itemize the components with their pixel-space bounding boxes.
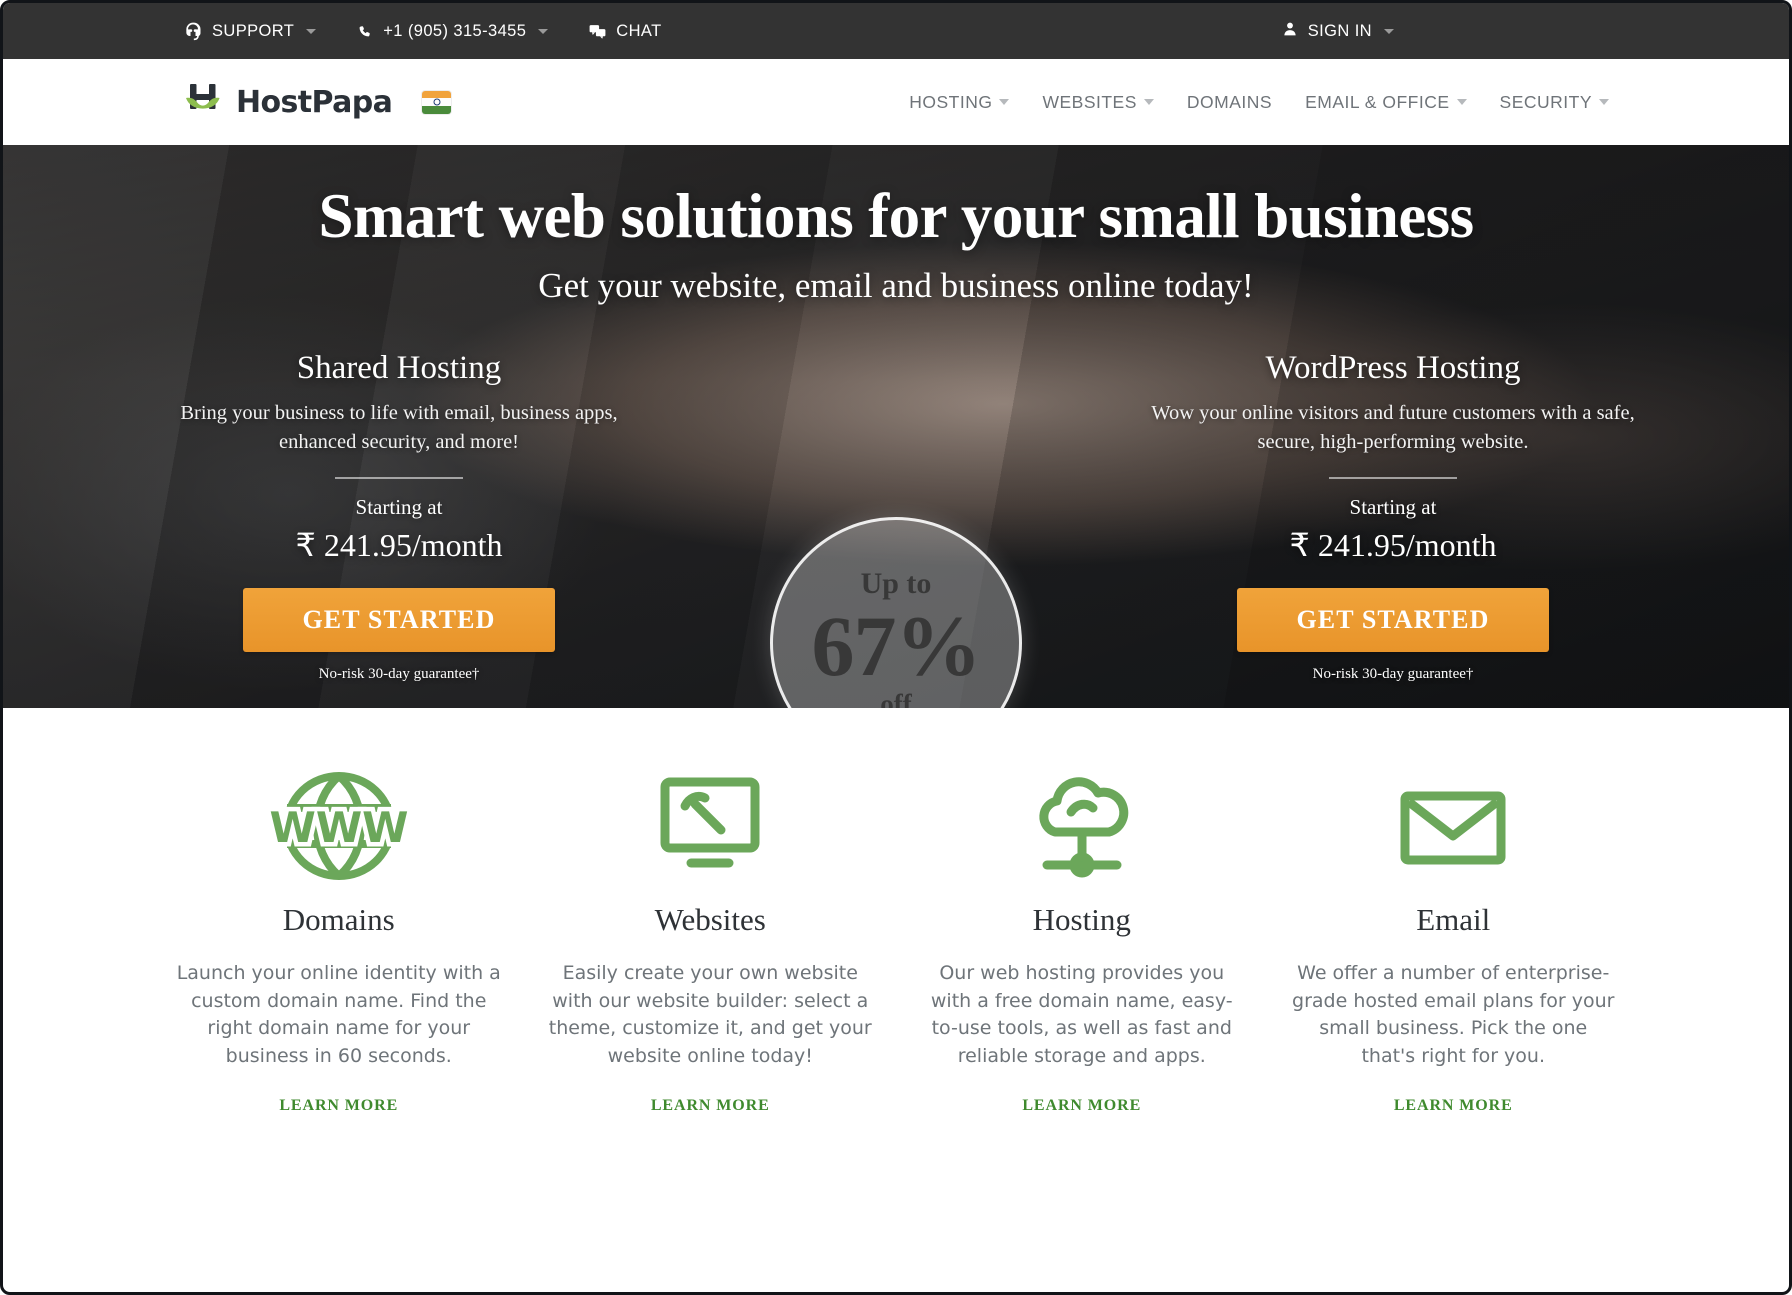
discount-badge-suffix: off <box>880 688 912 708</box>
chevron-down-icon <box>538 28 549 34</box>
brand-home-link[interactable]: HostPapa <box>183 81 393 124</box>
feature-description: We offer a number of enterprise-grade ho… <box>1292 962 1615 1068</box>
user-icon <box>1281 20 1299 43</box>
feature-card-websites: Websites Easily create your own website … <box>525 766 897 1115</box>
get-started-button-shared[interactable]: GET STARTED <box>243 587 555 652</box>
feature-cards-section: WWW Domains Launch your online identity … <box>3 708 1789 1115</box>
offer-card-shared-hosting: Shared Hosting Bring your business to li… <box>153 350 645 683</box>
offer-starting-label: Starting at <box>1349 494 1437 519</box>
offer-price: ₹ 241.95/month <box>1289 526 1497 563</box>
feature-card-hosting: Hosting Our web hosting provides you wit… <box>896 766 1268 1115</box>
phone-icon <box>356 22 374 40</box>
learn-more-link-domains[interactable]: LEARN MORE <box>279 1097 398 1115</box>
nav-label-domains: DOMAINS <box>1186 91 1273 112</box>
envelope-email-icon <box>1290 766 1618 886</box>
learn-more-link-email[interactable]: LEARN MORE <box>1394 1097 1513 1115</box>
sign-in-label: SIGN IN <box>1307 21 1372 40</box>
offer-description: Bring your business to life with email, … <box>180 401 618 453</box>
chevron-down-icon <box>999 99 1010 105</box>
sign-in-menu[interactable]: SIGN IN <box>1281 20 1394 43</box>
brand-name: HostPapa <box>236 84 393 120</box>
learn-more-link-hosting[interactable]: LEARN MORE <box>1022 1097 1141 1115</box>
offer-description: Wow your online visitors and future cust… <box>1151 401 1635 453</box>
feature-description: Launch your online identity with a custo… <box>176 962 501 1068</box>
hero-headline: Smart web solutions for your small busin… <box>318 181 1474 251</box>
chevron-down-icon <box>1599 99 1609 105</box>
cloud-hosting-network-icon <box>918 766 1246 886</box>
divider <box>335 476 463 479</box>
nav-label-email-office: EMAIL & OFFICE <box>1305 91 1450 112</box>
chat-label: CHAT <box>616 21 662 40</box>
offer-title: Shared Hosting <box>296 349 502 386</box>
nav-label-security: SECURITY <box>1499 91 1592 112</box>
monitor-hammer-builder-icon <box>547 766 875 886</box>
offer-starting-label: Starting at <box>355 494 443 519</box>
top-utility-left-group: SUPPORT +1 (905) 315-3455 CHAT <box>183 21 662 41</box>
nav-item-email-office[interactable]: EMAIL & OFFICE <box>1305 91 1467 113</box>
chat-button[interactable]: CHAT <box>588 22 661 41</box>
support-headset-icon <box>183 21 203 41</box>
nav-item-hosting[interactable]: HOSTING <box>909 91 1010 113</box>
main-navigation-bar: HostPapa HOSTING WEBSITES DOMAINS EMAIL … <box>3 59 1789 145</box>
nav-item-domains[interactable]: DOMAINS <box>1187 92 1272 113</box>
svg-text:WWW: WWW <box>269 803 408 852</box>
sign-in-label-wrap: SIGN IN <box>1308 22 1394 41</box>
chevron-down-icon <box>1143 99 1154 105</box>
top-utility-bar: SUPPORT +1 (905) 315-3455 CHAT SIGN IN <box>3 3 1789 59</box>
get-started-button-wordpress[interactable]: GET STARTED <box>1237 587 1549 652</box>
feature-title: Email <box>1416 902 1491 937</box>
discount-badge-percent: 67% <box>811 597 982 694</box>
feature-card-domains: WWW Domains Launch your online identity … <box>153 766 525 1115</box>
nav-label-websites: WEBSITES <box>1042 91 1137 112</box>
feature-title: Domains <box>282 902 395 937</box>
nav-label-hosting: HOSTING <box>909 91 993 112</box>
globe-www-icon: WWW <box>175 766 503 886</box>
hero-subheadline: Get your website, email and business onl… <box>538 265 1254 305</box>
learn-more-link-websites[interactable]: LEARN MORE <box>651 1097 770 1115</box>
support-menu[interactable]: SUPPORT <box>183 21 317 41</box>
feature-description: Easily create your own website with our … <box>548 962 872 1068</box>
feature-title: Hosting <box>1032 902 1131 937</box>
offer-guarantee-note: No-risk 30-day guarantee† <box>318 665 480 682</box>
chevron-down-icon <box>306 28 317 34</box>
phone-menu[interactable]: +1 (905) 315-3455 <box>356 21 549 41</box>
page-root: SUPPORT +1 (905) 315-3455 CHAT SIGN IN H… <box>0 0 1792 1295</box>
divider <box>1329 476 1457 479</box>
chevron-down-icon <box>1384 28 1394 34</box>
chat-bubbles-icon <box>588 22 607 41</box>
hero-banner: Smart web solutions for your small busin… <box>3 145 1789 708</box>
india-flag-icon[interactable] <box>422 90 452 114</box>
offer-price: ₹ 241.95/month <box>295 526 503 563</box>
feature-card-email: Email We offer a number of enterprise-gr… <box>1268 766 1640 1115</box>
discount-badge-prefix: Up to <box>860 566 932 600</box>
nav-item-security[interactable]: SECURITY <box>1500 92 1609 113</box>
offer-card-wordpress-hosting: WordPress Hosting Wow your online visito… <box>1147 350 1639 683</box>
feature-description: Our web hosting provides you with a free… <box>930 962 1233 1068</box>
primary-nav-links: HOSTING WEBSITES DOMAINS EMAIL & OFFICE … <box>909 92 1609 113</box>
nav-item-websites[interactable]: WEBSITES <box>1042 91 1154 113</box>
offer-guarantee-note: No-risk 30-day guarantee† <box>1312 665 1474 682</box>
phone-number-label: +1 (905) 315-3455 <box>383 21 527 40</box>
feature-title: Websites <box>654 902 766 937</box>
offer-title: WordPress Hosting <box>1265 349 1521 386</box>
chevron-down-icon <box>1456 99 1467 105</box>
hostpapa-moustache-logo <box>183 81 225 124</box>
brand-group: HostPapa <box>183 81 452 124</box>
support-label: SUPPORT <box>212 21 295 40</box>
